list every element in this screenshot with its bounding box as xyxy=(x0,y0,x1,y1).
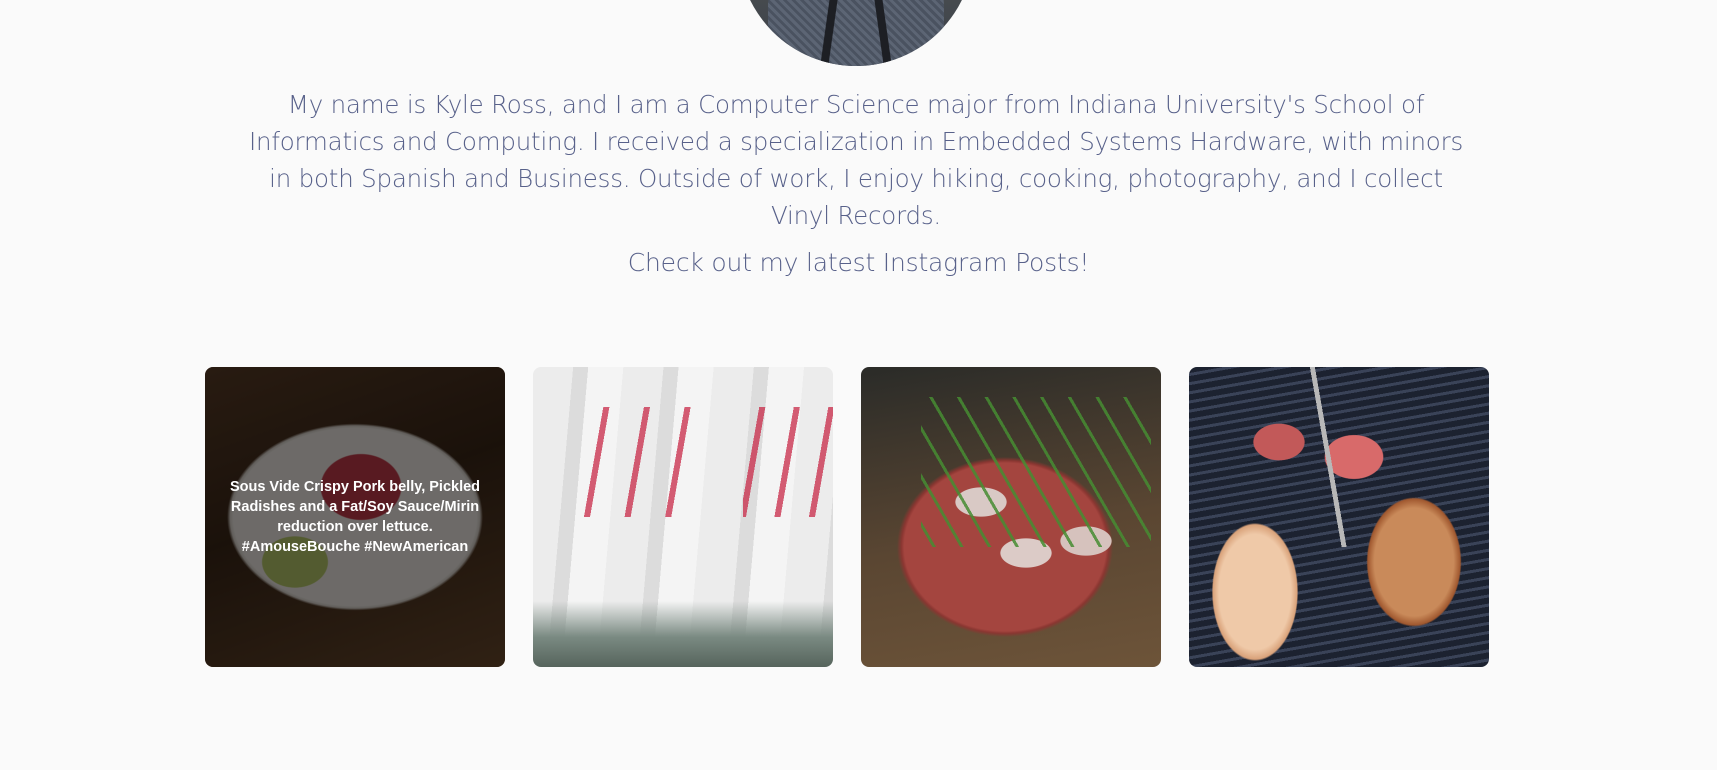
instagram-heading: Check out my latest Instagram Posts! xyxy=(627,248,1090,277)
instagram-post-3[interactable] xyxy=(861,367,1161,667)
instagram-feed: Sous Vide Crispy Pork belly, Pickled Rad… xyxy=(205,367,1489,667)
post-caption: Sous Vide Crispy Pork belly, Pickled Rad… xyxy=(229,479,481,555)
profile-avatar xyxy=(738,0,974,66)
post-caption-overlay: Sous Vide Crispy Pork belly, Pickled Rad… xyxy=(205,367,505,667)
bio-text: My name is Kyle Ross, and I am a Compute… xyxy=(248,90,1464,230)
avatar-shirt xyxy=(768,0,944,66)
instagram-post-2[interactable] xyxy=(533,367,833,667)
instagram-post-1[interactable]: Sous Vide Crispy Pork belly, Pickled Rad… xyxy=(205,367,505,667)
instagram-post-4[interactable] xyxy=(1189,367,1489,667)
